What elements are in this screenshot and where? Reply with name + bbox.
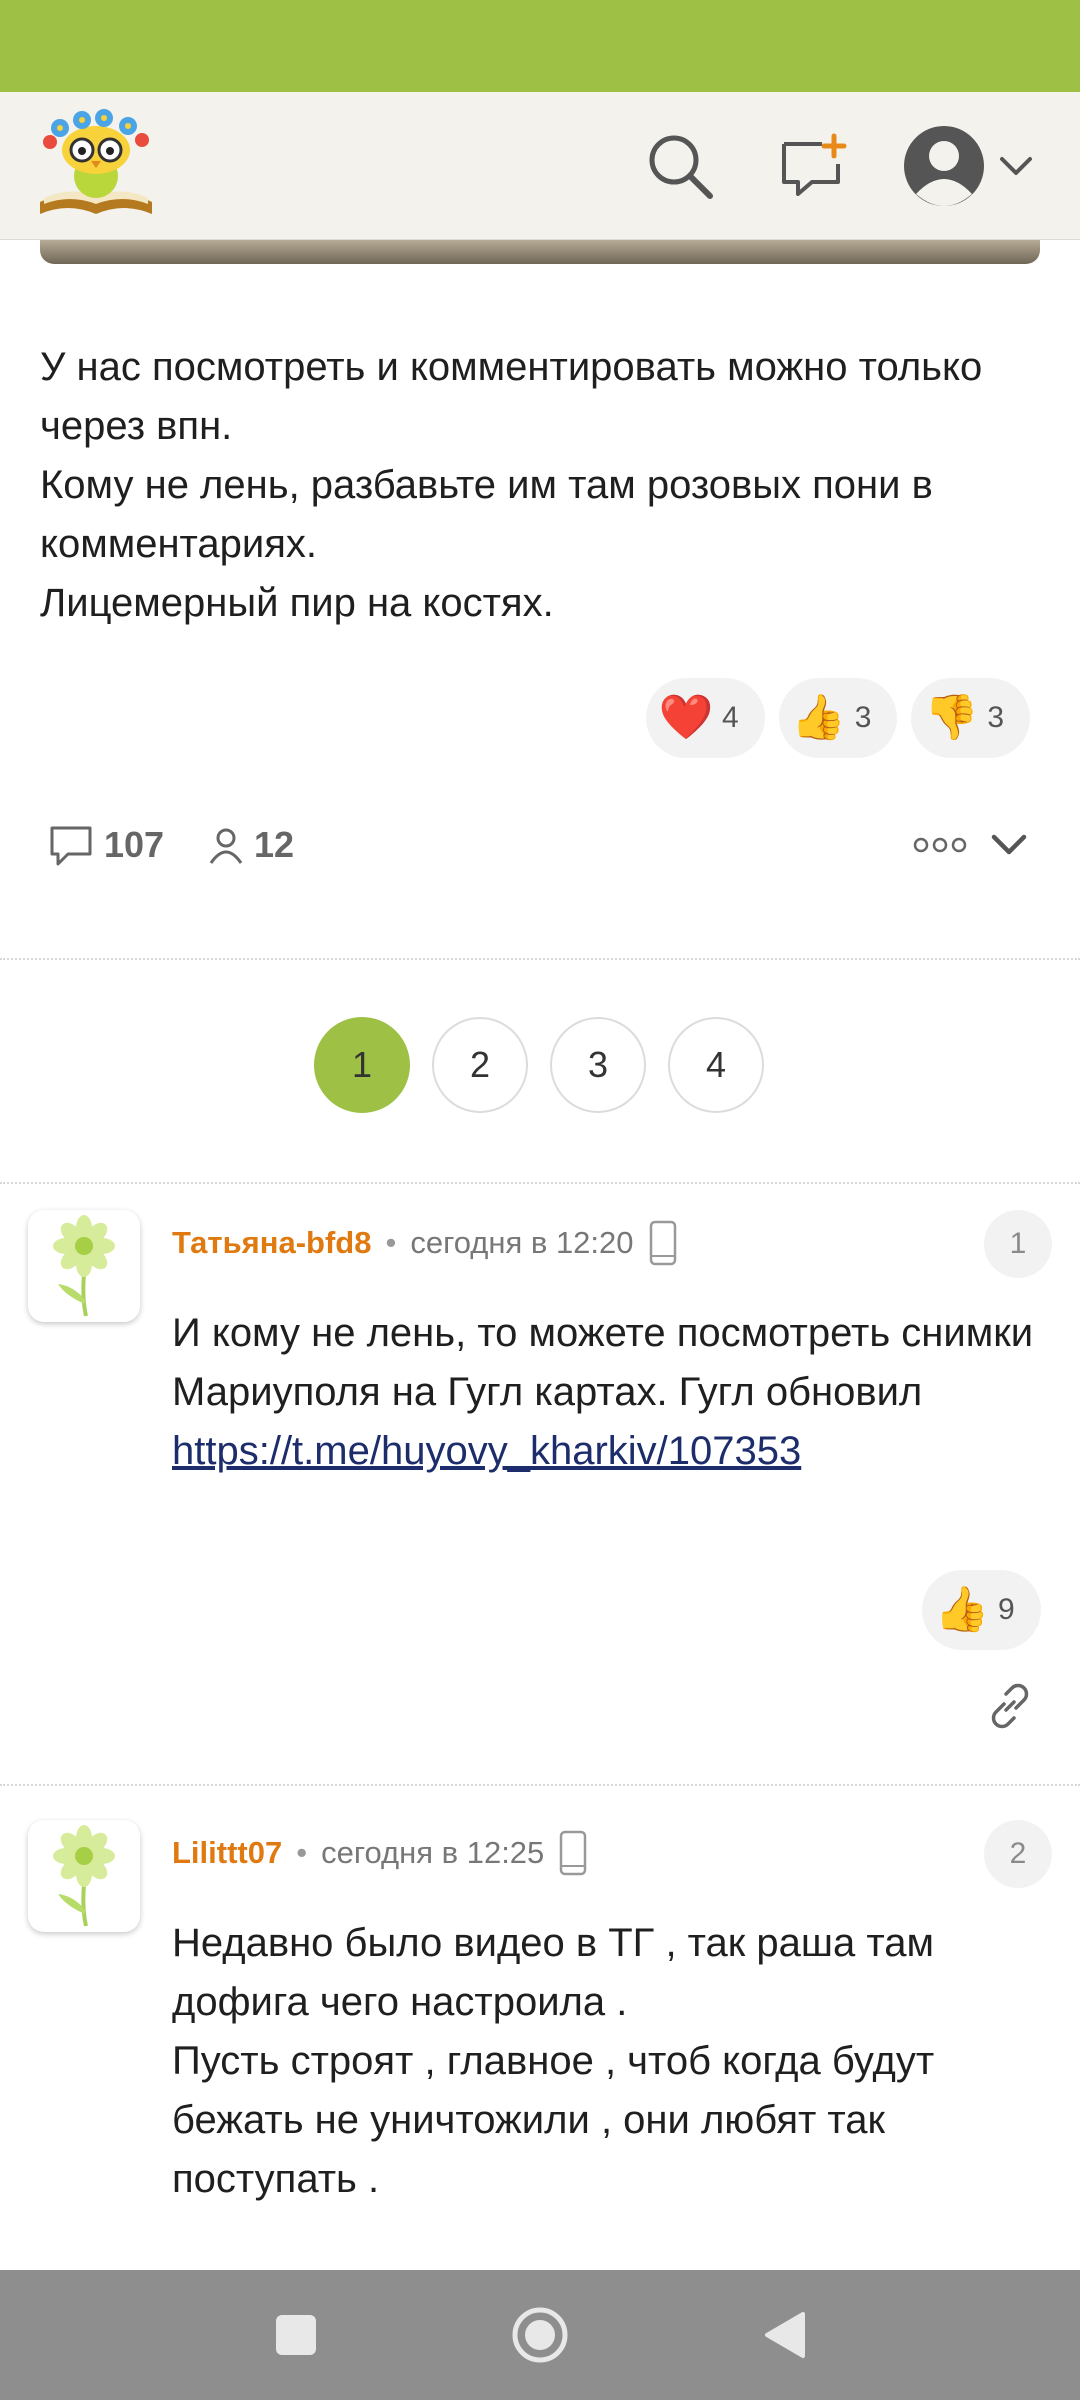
thumbs-up-icon: 👍 bbox=[791, 693, 847, 742]
page-button-1[interactable]: 1 bbox=[314, 1017, 410, 1113]
post-text: У нас посмотреть и комментировать можно … bbox=[40, 338, 1050, 633]
followers-count: 12 bbox=[254, 824, 295, 865]
comment-number: 1 bbox=[984, 1210, 1052, 1278]
reaction-count: 3 bbox=[987, 701, 1005, 734]
comment-paragraph: Недавно было видео в ТГ , так раша там д… bbox=[172, 1921, 934, 2024]
new-message-icon bbox=[782, 133, 847, 196]
section-divider bbox=[0, 958, 1080, 960]
reaction-like-button[interactable]: 👍 3 bbox=[778, 678, 898, 758]
post-image[interactable] bbox=[40, 240, 1040, 264]
new-message-button[interactable] bbox=[768, 122, 856, 210]
back-button[interactable] bbox=[744, 2295, 824, 2375]
comment-time: сегодня в 12:20 bbox=[410, 1225, 634, 1260]
section-divider bbox=[0, 1784, 1080, 1786]
separator-dot: • bbox=[385, 1225, 397, 1260]
comments-count: 107 bbox=[104, 824, 165, 865]
comment-number: 2 bbox=[984, 1820, 1052, 1888]
page-button-3[interactable]: 3 bbox=[550, 1017, 646, 1113]
comment-link[interactable]: https://t.me/huyovy_kharkiv/107353 bbox=[172, 1429, 801, 1473]
thumbs-up-icon: 👍 bbox=[934, 1585, 990, 1634]
comment-item: Lilittt07 • сегодня в 12:25 2 Недавно бы… bbox=[0, 1818, 1080, 2270]
site-logo[interactable] bbox=[32, 106, 160, 222]
post-paragraph: Лицемерный пир на костях. bbox=[40, 581, 554, 625]
followers-count-button[interactable]: 12 bbox=[208, 812, 294, 878]
flower-icon bbox=[53, 1215, 115, 1317]
separator-dot: • bbox=[296, 1835, 308, 1870]
heart-icon: ❤️ bbox=[658, 693, 714, 742]
comment-header: Lilittt07 • сегодня в 12:25 bbox=[172, 1828, 588, 1878]
commenter-avatar[interactable] bbox=[28, 1820, 140, 1932]
reaction-dislike-button[interactable]: 👎 3 bbox=[911, 678, 1031, 758]
post-paragraph: У нас посмотреть и комментировать можно … bbox=[40, 345, 983, 448]
comment-header: Татьяна-bfd8 • сегодня в 12:20 bbox=[172, 1218, 678, 1268]
recent-apps-button[interactable] bbox=[256, 2295, 336, 2375]
page-button-4[interactable]: 4 bbox=[668, 1017, 764, 1113]
flower-icon bbox=[53, 1825, 115, 1927]
app-header bbox=[0, 92, 1080, 240]
permalink-icon[interactable] bbox=[982, 1678, 1038, 1734]
reaction-like-button[interactable]: 👍 9 bbox=[922, 1570, 1041, 1650]
comment-text: Недавно было видео в ТГ , так раша там д… bbox=[172, 1914, 1052, 2209]
owl-on-book-logo-icon bbox=[40, 109, 152, 214]
reaction-count: 4 bbox=[722, 701, 739, 734]
search-button[interactable] bbox=[636, 122, 724, 210]
system-navigation-bar bbox=[0, 2270, 1080, 2400]
user-avatar-icon bbox=[904, 126, 984, 206]
comment-author[interactable]: Татьяна-bfd8 bbox=[172, 1225, 371, 1261]
pagination: 1 2 3 4 bbox=[314, 1017, 764, 1113]
more-options-button[interactable] bbox=[910, 820, 970, 870]
comment-reactions: 👍 9 bbox=[922, 1570, 1041, 1650]
comment-bubble-icon bbox=[50, 826, 92, 866]
comment-author[interactable]: Lilittt07 bbox=[172, 1835, 282, 1871]
section-divider bbox=[0, 1182, 1080, 1184]
mobile-device-icon bbox=[649, 1220, 676, 1266]
comment-item: Татьяна-bfd8 • сегодня в 12:20 1 И кому … bbox=[0, 1208, 1080, 1768]
chevron-down-icon[interactable] bbox=[992, 142, 1040, 190]
back-triangle-icon bbox=[765, 2312, 805, 2358]
status-bar bbox=[0, 0, 1080, 92]
reaction-count: 9 bbox=[998, 1593, 1015, 1626]
reaction-count: 3 bbox=[854, 701, 872, 734]
post-footer: 107 12 bbox=[40, 812, 1040, 878]
post-paragraph: Кому не лень, разбавьте им там розовых п… bbox=[40, 463, 933, 566]
search-icon bbox=[649, 135, 713, 199]
comment-time: сегодня в 12:25 bbox=[321, 1835, 545, 1870]
commenter-avatar[interactable] bbox=[28, 1210, 140, 1322]
more-dots-icon bbox=[913, 837, 967, 853]
page-button-2[interactable]: 2 bbox=[432, 1017, 528, 1113]
person-icon bbox=[209, 828, 243, 864]
expand-chevron-icon[interactable] bbox=[984, 820, 1034, 870]
home-button[interactable] bbox=[500, 2295, 580, 2375]
user-menu-button[interactable] bbox=[896, 122, 992, 210]
circle-home-icon bbox=[512, 2307, 568, 2363]
mobile-device-icon bbox=[560, 1830, 587, 1876]
reaction-heart-button[interactable]: ❤️ 4 bbox=[646, 678, 765, 758]
comment-paragraph: Пусть строят , главное , чтоб когда буду… bbox=[172, 2039, 935, 2201]
comments-count-button[interactable]: 107 bbox=[48, 812, 164, 878]
comment-text: И кому не лень, то можете посмотреть сни… bbox=[172, 1304, 1052, 1481]
thumbs-down-icon: 👎 bbox=[923, 693, 979, 742]
comment-paragraph: И кому не лень, то можете посмотреть сни… bbox=[172, 1311, 1034, 1414]
post-reactions: ❤️ 4 👍 3 👎 3 bbox=[646, 678, 1031, 758]
square-icon bbox=[276, 2315, 316, 2355]
